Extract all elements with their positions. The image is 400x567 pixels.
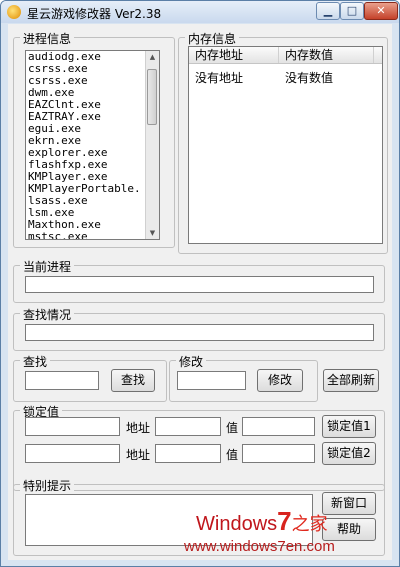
close-button[interactable]: ✕ — [364, 2, 398, 20]
column-header-address[interactable]: 内存地址 — [189, 47, 279, 63]
process-item[interactable]: mstsc.exe — [26, 231, 159, 240]
current-process-label: 当前进程 — [20, 258, 75, 275]
modify-button[interactable]: 修改 — [257, 369, 303, 392]
lock-value-2-button[interactable]: 锁定值2 — [322, 442, 376, 465]
process-info-label: 进程信息 — [20, 30, 75, 47]
search-button[interactable]: 查找 — [111, 369, 155, 392]
process-items: audiodg.exe csrss.exe csrss.exe dwm.exe EAZC… — [26, 51, 159, 240]
current-process-field[interactable] — [25, 276, 374, 293]
lock-address-label-2: 地址 — [126, 448, 151, 462]
minimize-button[interactable]: ▁ — [316, 2, 340, 20]
window-title: 星云游戏修改器 Ver2.38 — [27, 7, 162, 21]
modify-label: 修改 — [176, 353, 207, 370]
lock-name-field-2[interactable] — [25, 444, 120, 463]
scroll-thumb[interactable] — [147, 69, 157, 125]
watermark-brand-text: Windows — [196, 513, 278, 535]
memory-cell-address[interactable]: 没有地址 — [195, 69, 243, 86]
column-header-value[interactable]: 内存数值 — [279, 47, 374, 63]
scroll-down-arrow-icon[interactable]: ▼ — [146, 227, 159, 239]
lock-address-field-1[interactable] — [155, 417, 221, 436]
lock-value-label-2: 值 — [226, 448, 239, 462]
modify-input[interactable] — [177, 371, 246, 390]
lock-address-label-1: 地址 — [126, 421, 151, 435]
search-input[interactable] — [25, 371, 99, 390]
search-status-label: 查找情况 — [20, 306, 75, 323]
memory-cell-value[interactable]: 没有数值 — [285, 69, 333, 86]
lock-value-1-button[interactable]: 锁定值1 — [322, 415, 376, 438]
lock-value-field-2[interactable] — [242, 444, 315, 463]
memory-listview[interactable]: 内存地址 内存数值 没有地址 没有数值 — [188, 46, 383, 244]
search-label: 查找 — [20, 353, 51, 370]
watermark-brand: Windows7之家 — [196, 506, 328, 537]
memory-info-label: 内存信息 — [185, 30, 240, 47]
memory-header: 内存地址 内存数值 — [189, 47, 382, 64]
lock-address-field-2[interactable] — [155, 444, 221, 463]
client-area: 进程信息 audiodg.exe csrss.exe csrss.exe dwm.ex… — [8, 24, 392, 560]
special-tips-label: 特别提示 — [20, 477, 75, 494]
new-window-button[interactable]: 新窗口 — [322, 492, 376, 515]
title-bar: 星云游戏修改器 Ver2.38 ▁ □ ✕ — [1, 1, 399, 23]
refresh-all-button[interactable]: 全部刷新 — [323, 369, 379, 392]
watermark-seven: 7 — [277, 506, 292, 536]
app-star-icon — [7, 5, 21, 19]
process-scrollbar[interactable]: ▲ ▼ — [145, 51, 159, 239]
lock-value-label-1: 值 — [226, 421, 239, 435]
scroll-up-arrow-icon[interactable]: ▲ — [146, 51, 159, 63]
maximize-button[interactable]: □ — [340, 2, 364, 20]
lock-name-field-1[interactable] — [25, 417, 120, 436]
process-listbox[interactable]: audiodg.exe csrss.exe csrss.exe dwm.exe EAZC… — [25, 50, 160, 240]
watermark-cn: 之家 — [291, 514, 328, 534]
search-status-field[interactable] — [25, 324, 374, 341]
app-window: 星云游戏修改器 Ver2.38 ▁ □ ✕ 进程信息 audiodg.exe cs… — [0, 0, 400, 567]
lock-value-field-1[interactable] — [242, 417, 315, 436]
watermark-url: www.windows7en.com — [184, 538, 335, 555]
